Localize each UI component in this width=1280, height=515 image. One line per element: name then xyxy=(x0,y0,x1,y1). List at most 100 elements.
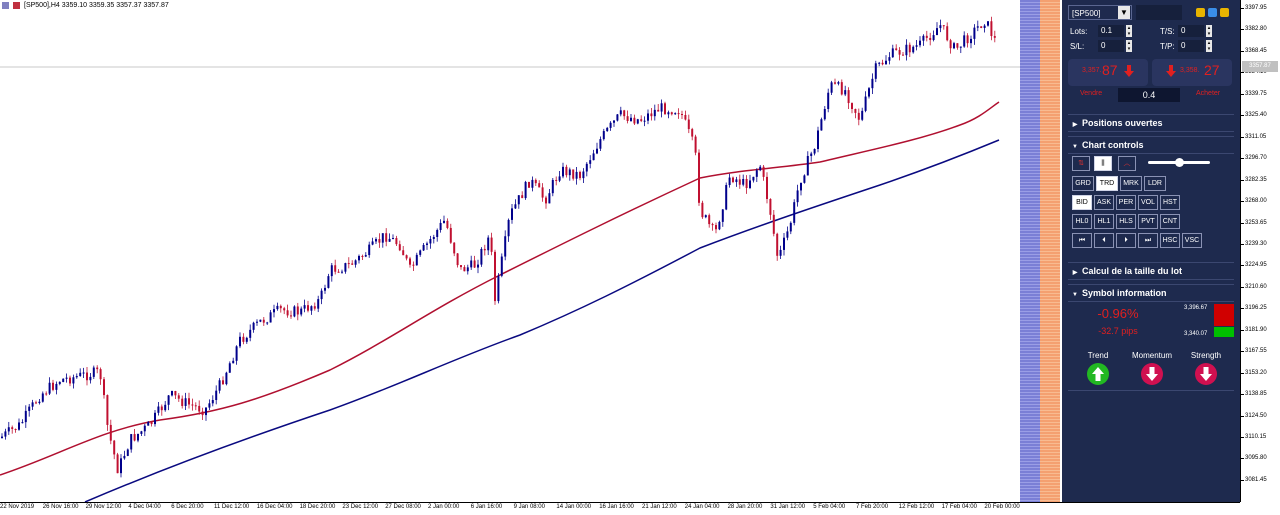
price-tick-label: 3268.00 xyxy=(1245,198,1267,205)
candle-body xyxy=(181,398,184,406)
buy-button[interactable]: 3,358. 27 xyxy=(1152,59,1232,86)
candle-body xyxy=(613,120,615,123)
tp-input[interactable]: 0 xyxy=(1178,40,1204,52)
candle-body xyxy=(205,407,207,416)
sort-icon[interactable]: ⇅ xyxy=(1072,156,1090,171)
candle-body xyxy=(126,449,129,456)
ts-input[interactable]: 0 xyxy=(1178,25,1204,37)
trd-button[interactable]: TRD xyxy=(1096,176,1118,191)
lots-stepper[interactable]: ▴ ▾ xyxy=(1126,25,1132,37)
grd-button[interactable]: GRD xyxy=(1072,176,1094,191)
candle-body xyxy=(443,220,445,223)
candle-body xyxy=(864,96,867,111)
candle-body xyxy=(473,260,476,268)
sell-button[interactable]: 3,357. 87 xyxy=(1068,59,1148,86)
candle-body xyxy=(953,43,955,49)
chevron-down-icon[interactable]: ▼ xyxy=(1118,6,1130,19)
candle-body xyxy=(541,187,544,198)
next-bar-button[interactable]: ⏵ xyxy=(1116,233,1136,248)
price-axis[interactable]: 3397.95 3382.80 3368.45 3354.10 3339.75 3325.… xyxy=(1240,0,1280,502)
lot-size-display[interactable]: 0.4 xyxy=(1118,88,1180,102)
mrk-button[interactable]: MRK xyxy=(1120,176,1142,191)
prev-bar-button[interactable]: ⏴ xyxy=(1094,233,1114,248)
hsc-button[interactable]: HSC xyxy=(1160,233,1180,248)
hl1-button[interactable]: HL1 xyxy=(1094,214,1114,229)
trend-indicator xyxy=(1087,363,1109,385)
candle-body xyxy=(398,244,401,251)
candle-body xyxy=(562,166,564,177)
candle-body xyxy=(354,260,357,265)
zoom-slider[interactable] xyxy=(1148,158,1210,167)
candle-body xyxy=(364,255,367,257)
candle-body xyxy=(708,215,711,225)
bid-button[interactable]: BID xyxy=(1072,195,1092,210)
section-symbol-info[interactable]: ▼ Symbol information xyxy=(1068,284,1234,302)
section-positions[interactable]: ▶ Positions ouvertes xyxy=(1068,114,1234,132)
first-bar-button[interactable]: ⏮ xyxy=(1072,233,1092,248)
moving-average-fast xyxy=(0,101,1000,476)
chevron-up-icon[interactable]: ︿ xyxy=(1118,156,1136,171)
candle-body xyxy=(167,395,170,405)
candle-body xyxy=(925,35,928,38)
time-axis[interactable]: 22 Nov 2019 26 Nov 16:00 29 Nov 12:00 4 Dec… xyxy=(0,502,1240,515)
candle-body xyxy=(300,308,303,315)
up-arrow-icon xyxy=(1092,367,1104,381)
candle-body xyxy=(303,305,306,309)
candle-body xyxy=(218,380,221,391)
candle-body xyxy=(45,393,48,395)
price-tick-label: 3095.80 xyxy=(1245,455,1267,462)
price-chart[interactable]: [SP500],H4 3359.10 3359.35 3357.37 3357.… xyxy=(0,0,1020,502)
vol-button[interactable]: VOL xyxy=(1138,195,1158,210)
section-lot-calc[interactable]: ▶ Calcul de la taille du lot xyxy=(1068,262,1234,280)
candle-body xyxy=(776,233,779,256)
section-symbol-info-label: Symbol information xyxy=(1082,288,1167,298)
candle-body xyxy=(273,309,275,313)
sl-stepper[interactable]: ▴ ▾ xyxy=(1126,40,1132,52)
hls-button[interactable]: HLS xyxy=(1116,214,1136,229)
gear-icon[interactable] xyxy=(1208,8,1217,17)
candle-body xyxy=(239,336,241,347)
candle-body xyxy=(674,113,677,115)
lots-input[interactable]: 0.1 xyxy=(1098,25,1124,37)
candle-body xyxy=(269,312,272,323)
ldr-button[interactable]: LDR xyxy=(1144,176,1166,191)
last-bar-button[interactable]: ⏭ xyxy=(1138,233,1158,248)
hl0-button[interactable]: HL0 xyxy=(1072,214,1092,229)
candle-body xyxy=(898,50,901,55)
info-icon[interactable] xyxy=(1220,8,1229,17)
hst-button[interactable]: HST xyxy=(1160,195,1180,210)
candle-body xyxy=(820,119,823,131)
candle-body xyxy=(749,180,751,189)
candle-body xyxy=(596,148,598,154)
sl-input[interactable]: 0 xyxy=(1098,40,1124,52)
candle-body xyxy=(524,181,527,199)
candle-body xyxy=(511,208,513,220)
copy-icon[interactable] xyxy=(1196,8,1205,17)
candle-body xyxy=(670,112,673,115)
ts-stepper[interactable]: ▴ ▾ xyxy=(1206,25,1212,37)
cnt-button[interactable]: CNT xyxy=(1160,214,1180,229)
candle-body xyxy=(55,383,58,390)
candle-body xyxy=(936,28,938,36)
candle-body xyxy=(347,263,350,265)
pvt-button[interactable]: PVT xyxy=(1138,214,1158,229)
symbol-search-box[interactable] xyxy=(1136,5,1182,20)
chart-header-text: [SP500],H4 3359.10 3359.35 3357.37 3357.… xyxy=(24,2,169,9)
candle-body xyxy=(432,236,435,239)
sell-price-small: 3,357. xyxy=(1082,67,1102,74)
time-tick-label: 16 Dec 04:00 xyxy=(256,504,293,510)
candle-body xyxy=(922,35,925,41)
tp-stepper[interactable]: ▴ ▾ xyxy=(1206,40,1212,52)
vsc-button[interactable]: VSC xyxy=(1182,233,1202,248)
candle-body xyxy=(405,255,408,259)
candle-body xyxy=(949,40,952,49)
candle-body xyxy=(769,199,772,215)
symbol-select-value: [SP500] xyxy=(1072,9,1101,18)
per-button[interactable]: PER xyxy=(1116,195,1136,210)
section-chart-controls[interactable]: ▼ Chart controls xyxy=(1068,136,1234,154)
zoom-slider-knob[interactable] xyxy=(1174,158,1184,167)
price-tick-mark xyxy=(1241,50,1244,52)
ask-button[interactable]: ASK xyxy=(1094,195,1114,210)
candlestick-chart[interactable] xyxy=(0,0,1020,502)
candles-icon[interactable]: ⫼ xyxy=(1094,156,1112,171)
